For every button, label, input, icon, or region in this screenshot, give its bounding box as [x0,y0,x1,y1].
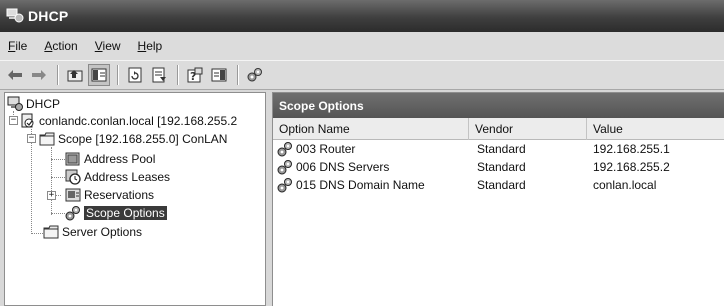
scope-option-icon [277,141,293,157]
tree-item-server-options[interactable]: Server Options [43,223,142,241]
vendor-cell: Standard [477,142,526,156]
refresh-button[interactable] [124,64,146,86]
option-name-cell: 015 DNS Domain Name [277,176,425,194]
tree-label-server: conlandc.conlan.local [192.168.255.2 [39,114,238,128]
help-icon: ? [187,67,203,83]
tree-label-scope: Scope [192.168.255.0] ConLAN [58,132,228,146]
option-name-cell: 003 Router [277,140,355,158]
menu-view-mnemonic: V [94,39,103,53]
tree-connector [31,233,43,234]
list-item[interactable]: 015 DNS Domain Name Standard conlan.loca… [273,176,724,194]
forward-button[interactable] [28,64,50,86]
console-tree-button[interactable] [208,64,230,86]
tree-connector [31,129,32,234]
window-title: DHCP [28,8,69,24]
scope-options-button[interactable] [244,64,266,86]
option-name-text: 003 Router [296,142,356,156]
expand-reservations-toggle[interactable]: + [47,191,56,200]
address-leases-icon [65,169,81,185]
tree-item-address-leases[interactable]: Address Leases [65,168,170,186]
toolbar-separator [117,65,119,85]
vendor-cell: Standard [477,178,526,192]
vendor-cell: Standard [477,160,526,174]
console-tree: DHCP − conlandc.conlan.local [192.168.25… [4,92,266,306]
menu-file[interactable]: File [8,39,27,53]
back-button[interactable] [4,64,26,86]
show-hide-tree-icon [91,68,107,82]
scope-option-icon [277,177,293,193]
reservations-icon [65,187,81,203]
tree-item-scope[interactable]: Scope [192.168.255.0] ConLAN [39,130,227,148]
tree-label-address-pool: Address Pool [84,152,156,166]
tree-item-server[interactable]: conlandc.conlan.local [192.168.255.2 [20,112,237,130]
title-bar[interactable]: DHCP [0,0,724,32]
option-name-text: 015 DNS Domain Name [296,178,425,192]
scope-options-icon [247,68,262,82]
tree-connector [51,177,65,178]
folder-icon [43,224,59,240]
menu-action[interactable]: Action [44,39,77,53]
column-header-vendor[interactable]: Vendor [469,118,587,140]
list-header: Option Name Vendor Value [273,118,724,140]
option-name-cell: 006 DNS Servers [277,158,389,176]
toolbar-separator [237,65,239,85]
menu-help-label: elp [146,39,163,53]
tree-label-scope-options: Scope Options [84,206,167,220]
refresh-icon [128,67,142,83]
tree-item-reservations[interactable]: Reservations [65,186,154,204]
column-header-value[interactable]: Value [587,118,724,140]
tree-connector [51,213,65,214]
tree-item-address-pool[interactable]: Address Pool [65,150,155,168]
folder-icon [39,131,55,147]
dhcp-server-icon [7,96,23,112]
tree-label-dhcp: DHCP [26,97,61,111]
toolbar-separator [177,65,179,85]
details-pane: Scope Options Option Name Vendor Value 0… [272,92,724,306]
tree-connector [51,159,65,160]
tree-label-server-options: Server Options [62,225,143,239]
menu-view-label: iew [102,39,121,53]
export-list-icon [152,67,166,83]
up-one-level-button[interactable] [64,64,86,86]
collapse-scope-toggle[interactable]: − [27,134,36,143]
list-item[interactable]: 006 DNS Servers Standard 192.168.255.2 [273,158,724,176]
value-cell: conlan.local [593,178,657,192]
console-tree-icon [211,68,227,82]
dhcp-window: DHCP File Action View Help ? DHCP − conl… [0,0,724,306]
menu-action-label: ction [52,39,78,53]
list-item[interactable]: 003 Router Standard 192.168.255.1 [273,140,724,158]
back-arrow-icon [8,70,22,80]
scope-option-icon [277,159,293,175]
toolbar-separator [57,65,59,85]
pane-title: Scope Options [273,93,724,118]
collapse-server-toggle[interactable]: − [9,116,18,125]
server-icon [20,113,36,129]
toolbar: ? [0,60,724,90]
tree-item-scope-options[interactable]: Scope Options [65,204,167,222]
scope-options-icon [65,205,81,221]
forward-arrow-icon [32,70,46,80]
menu-view[interactable]: View [95,39,121,53]
address-pool-icon [65,151,81,167]
help-button[interactable]: ? [184,64,206,86]
menu-bar: File Action View Help [0,32,724,60]
menu-file-label: ile [15,39,28,53]
option-name-text: 006 DNS Servers [296,160,390,174]
value-cell: 192.168.255.2 [593,160,670,174]
tree-label-reservations: Reservations [84,188,155,202]
column-header-option-name[interactable]: Option Name [273,118,469,140]
value-cell: 192.168.255.1 [593,142,670,156]
tree-item-dhcp[interactable]: DHCP [7,95,60,113]
export-list-button[interactable] [148,64,170,86]
show-hide-console-tree-button[interactable] [88,64,110,86]
tree-connector [51,147,52,215]
dhcp-app-icon [6,7,24,25]
menu-help-mnemonic: H [137,39,147,53]
menu-help[interactable]: Help [138,39,163,53]
tree-label-address-leases: Address Leases [84,170,171,184]
up-folder-icon [67,70,83,82]
